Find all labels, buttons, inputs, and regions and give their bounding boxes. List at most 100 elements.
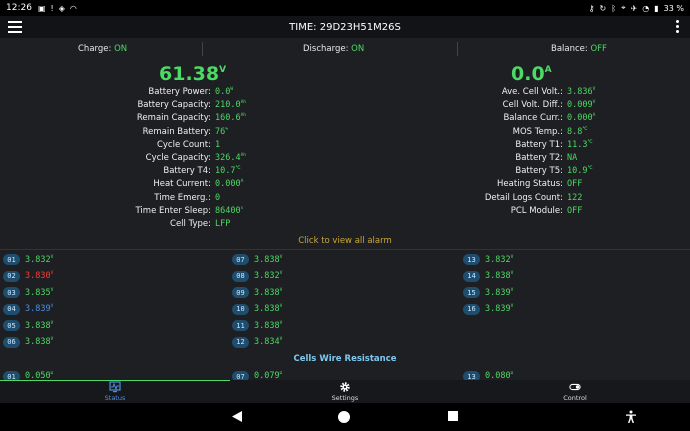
parameter-row: MOS Temp.: 8.8℃	[452, 126, 588, 140]
parameter-number: 122	[567, 192, 583, 203]
cell-voltage-value: 3.838V	[254, 304, 282, 314]
toggle-icon	[569, 383, 581, 391]
parameter-value: OFF	[563, 206, 582, 219]
parameter-unit: Ah	[240, 100, 247, 106]
parameter-row: Time Enter Sleep: 86400s	[100, 205, 244, 219]
parameter-value: 3.836V	[563, 87, 595, 100]
cell-number-badge: 08	[232, 270, 249, 282]
airplane-icon: ✈	[630, 3, 638, 13]
cell-voltage-item: 05 3.838V	[3, 319, 53, 332]
cell-voltage-number: 3.830	[25, 271, 51, 281]
parameter-row: Remain Capacity: 160.6Ah	[100, 113, 246, 126]
cell-number-badge: 01	[3, 254, 20, 265]
notification-icons: ▣ ! ◈ ◠	[38, 4, 77, 13]
parameter-value: 326.4Ah	[211, 153, 246, 166]
back-icon[interactable]	[231, 410, 243, 423]
wire-resistance-number: 0.079	[254, 371, 280, 380]
cell-voltage-item: 07 3.838V	[232, 253, 282, 266]
parameter-value: 1	[211, 140, 220, 153]
divider	[457, 42, 458, 56]
home-icon[interactable]	[337, 410, 351, 424]
wire-resistance-item: 07 0.079Ω	[232, 371, 282, 380]
parameter-number: 76	[215, 126, 226, 137]
total-current-unit: A	[544, 65, 552, 75]
parameter-number: 8.8	[567, 126, 583, 137]
discharge-value: ON	[351, 44, 365, 54]
wire-resistance-item: 01 0.050Ω	[3, 371, 53, 380]
recents-icon[interactable]	[447, 410, 459, 422]
cell-number-badge: 05	[3, 320, 20, 331]
hamburger-menu-icon[interactable]	[8, 21, 22, 33]
bluetooth-icon: ᛒ	[611, 3, 617, 13]
parameter-value: 0.000A	[211, 179, 243, 192]
parameter-unit: s	[240, 205, 244, 211]
accessibility-icon[interactable]	[624, 410, 638, 424]
parameter-value: 210.0Ah	[211, 100, 246, 113]
cell-voltage-number: 3.832	[254, 271, 280, 281]
parameter-label: Battery Power:	[148, 87, 211, 97]
cell-voltage-number: 3.838	[25, 337, 51, 347]
wire-resistance-unit: Ω	[279, 371, 283, 376]
parameter-unit: ℃	[587, 139, 593, 145]
parameter-number: 0.0	[215, 87, 231, 97]
parameter-row: Time Emerg.: 0	[100, 193, 220, 206]
charge-status[interactable]: Charge: ON	[78, 44, 127, 54]
cell-voltage-unit: V	[50, 320, 54, 326]
parameter-row: Balance Curr.: 0.000A	[452, 113, 595, 126]
parameter-label: Cycle Capacity:	[145, 153, 211, 163]
parameter-label: Time Enter Sleep:	[135, 205, 212, 216]
balance-value: OFF	[590, 44, 607, 54]
parameter-label: Detail Logs Count:	[484, 192, 563, 203]
parameter-value: 86400s	[211, 206, 243, 219]
cell-voltage-value: 3.839V	[25, 304, 53, 314]
parameter-number: 0	[215, 192, 221, 203]
parameter-label: PCL Module:	[510, 205, 563, 216]
cell-voltage-value: 3.838V	[254, 288, 282, 298]
overflow-menu-icon[interactable]	[676, 20, 680, 34]
cell-voltage-value: 3.839V	[485, 304, 513, 314]
cell-number-badge: 06	[3, 336, 20, 348]
cell-voltage-item: 15 3.839V	[463, 286, 513, 299]
cell-number-badge: 09	[232, 287, 249, 298]
alert-notification-icon: !	[50, 3, 54, 13]
cell-voltage-value: 3.838V	[485, 271, 513, 281]
tab-settings[interactable]: Settings	[295, 380, 395, 403]
wire-resistance-unit: Ω	[510, 371, 514, 376]
status-icon	[109, 381, 121, 393]
cell-voltage-number: 3.832	[485, 254, 511, 265]
cell-voltage-item: 01 3.832V	[3, 253, 53, 266]
parameter-number: 86400	[215, 205, 241, 216]
tab-status[interactable]: Status	[65, 380, 165, 403]
image-notification-icon: ▣	[37, 3, 46, 13]
app-title: TIME: 29D23H51M26S	[289, 21, 401, 33]
cell-voltage-unit: V	[510, 287, 514, 293]
parameter-number: NA	[567, 153, 578, 163]
cell-voltage-unit: V	[50, 287, 54, 293]
discharge-status[interactable]: Discharge: ON	[303, 44, 364, 54]
cell-voltage-unit: V	[510, 304, 514, 309]
parameter-value: LFP	[211, 219, 230, 232]
total-voltage-unit: V	[219, 65, 227, 75]
cell-number-badge: 02	[3, 270, 20, 282]
cell-voltage-item: 11 3.838V	[232, 319, 282, 332]
parameter-row: Battery T1: 11.3℃	[452, 139, 593, 153]
parameter-row: Battery Capacity: 210.0Ah	[100, 100, 246, 113]
cell-voltage-unit: V	[279, 254, 283, 260]
tab-control[interactable]: Control	[525, 380, 625, 403]
wire-resistance-number: 0.050	[25, 371, 51, 380]
parameter-row: Cycle Count: 1	[100, 140, 220, 153]
balance-status[interactable]: Balance: OFF	[551, 44, 607, 54]
parameter-number: 1	[215, 139, 221, 150]
shield-notification-icon: ◈	[58, 3, 65, 13]
cell-voltage-value: 3.839V	[485, 288, 513, 298]
view-all-alarm-link[interactable]: Click to view all alarm	[0, 236, 690, 246]
cell-voltage-item: 06 3.838V	[3, 336, 53, 349]
parameter-label: Battery T5:	[515, 166, 563, 177]
wire-resistance-value: 0.079Ω	[254, 371, 282, 380]
parameter-unit: %	[225, 126, 228, 132]
parameter-row: Battery T2: NA	[452, 153, 577, 166]
cell-voltage-number: 3.838	[485, 271, 511, 281]
parameter-number: 10.9	[567, 166, 588, 177]
parameter-label: Battery T4:	[163, 166, 211, 177]
wire-resistance-number: 0.080	[485, 371, 511, 380]
